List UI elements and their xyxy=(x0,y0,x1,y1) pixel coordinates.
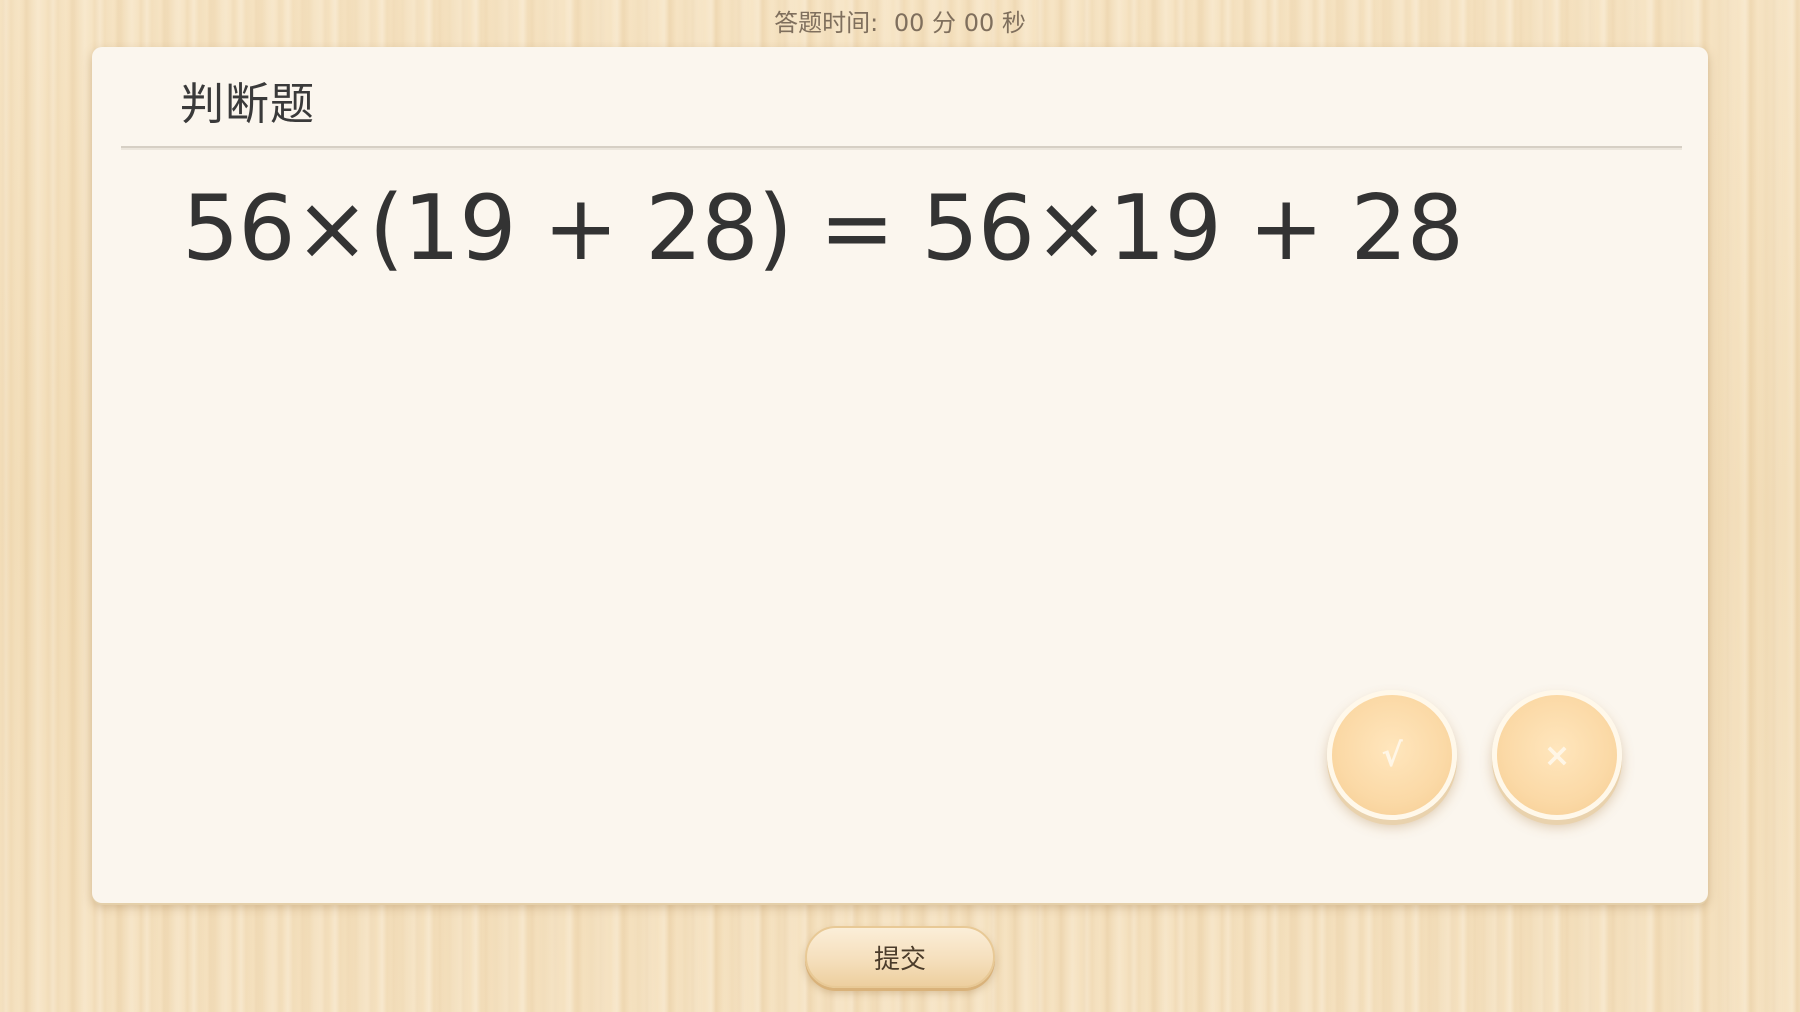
timer-minutes-unit: 分 xyxy=(932,9,957,37)
true-answer-button[interactable]: √ xyxy=(1327,690,1457,820)
timer-seconds-unit: 秒 xyxy=(1001,9,1026,37)
question-text: 56×(19 + 28) = 56×19 + 28 xyxy=(182,176,1464,281)
false-answer-button[interactable]: × xyxy=(1492,690,1622,820)
question-type-title: 判断题 xyxy=(180,79,315,130)
cross-icon: × xyxy=(1543,736,1571,774)
timer-minutes: 00 xyxy=(893,9,925,37)
timer-label: 答题时间: xyxy=(774,9,879,37)
answer-timer: 答题时间: 00 分 00 秒 xyxy=(0,6,1800,40)
title-divider xyxy=(121,146,1682,150)
submit-button[interactable]: 提交 xyxy=(805,926,995,988)
question-card: 判断题 56×(19 + 28) = 56×19 + 28 √ × xyxy=(92,47,1708,903)
timer-seconds: 00 xyxy=(963,9,995,37)
check-icon: √ xyxy=(1381,736,1403,774)
